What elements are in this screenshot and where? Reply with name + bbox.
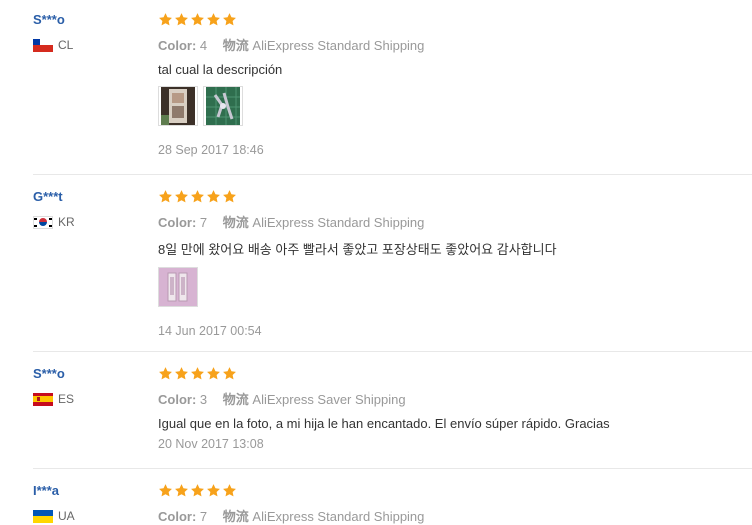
star-icon <box>174 189 189 204</box>
review-item: I***a UA Color: 7 物流 AliExpress Standard… <box>0 483 752 525</box>
star-icon <box>190 366 205 381</box>
color-value: 7 <box>199 215 208 230</box>
reviewer-country: ES <box>33 392 74 406</box>
review-meta: Color: 7 物流 AliExpress Standard Shipping <box>158 506 424 525</box>
country-code: ES <box>58 392 75 406</box>
photo-image <box>161 87 195 125</box>
star-icon <box>158 366 173 381</box>
star-icon <box>206 189 221 204</box>
star-icon <box>158 483 173 498</box>
color-value: 3 <box>199 392 208 407</box>
review-text: tal cual la descripción <box>158 62 283 77</box>
shipping-method: AliExpress Saver Shipping <box>252 392 406 407</box>
star-icon <box>158 12 173 27</box>
reviewer-country: KR <box>33 215 75 229</box>
star-icon <box>174 12 189 27</box>
divider <box>33 351 752 352</box>
logistics-label: 物流 <box>222 215 249 230</box>
reviewer-name[interactable]: I***a <box>33 483 59 498</box>
color-label: Color: <box>158 38 197 53</box>
review-content: Color: 7 物流 AliExpress Standard Shipping <box>158 483 424 525</box>
review-photo-thumbnail[interactable] <box>158 86 198 126</box>
logistics-label: 物流 <box>222 38 249 53</box>
color-label: Color: <box>158 215 197 230</box>
color-value: 4 <box>199 38 208 53</box>
star-icon <box>190 483 205 498</box>
country-code: KR <box>58 215 75 229</box>
shipping-method: AliExpress Standard Shipping <box>252 38 425 53</box>
review-content: Color: 4 物流 AliExpress Standard Shipping… <box>158 12 424 157</box>
star-icon <box>222 189 237 204</box>
star-icon <box>222 483 237 498</box>
reviewer-country: CL <box>33 38 73 52</box>
review-photo-thumbnail[interactable] <box>203 86 243 126</box>
photo-image <box>206 87 240 125</box>
rating-stars <box>158 189 557 204</box>
divider <box>33 468 752 469</box>
review-date: 28 Sep 2017 18:46 <box>158 143 264 157</box>
star-icon <box>158 189 173 204</box>
review-item: S***o CL Color: 4 物流 AliExpress Standard… <box>0 12 752 172</box>
review-photos <box>158 267 557 307</box>
divider <box>33 174 752 175</box>
star-icon <box>190 12 205 27</box>
reviewer-country: UA <box>33 509 75 523</box>
star-icon <box>206 12 221 27</box>
review-meta: Color: 7 物流 AliExpress Standard Shipping <box>158 212 557 231</box>
review-content: Color: 3 物流 AliExpress Saver Shipping Ig… <box>158 366 610 451</box>
review-date: 20 Nov 2017 13:08 <box>158 437 264 451</box>
star-icon <box>222 12 237 27</box>
photo-image <box>159 268 197 306</box>
ukraine-flag-icon <box>33 509 53 523</box>
star-icon <box>174 483 189 498</box>
korea-flag-icon <box>33 215 53 229</box>
rating-stars <box>158 366 610 381</box>
star-icon <box>206 366 221 381</box>
review-photos <box>158 86 424 126</box>
review-content: Color: 7 物流 AliExpress Standard Shipping… <box>158 189 557 338</box>
review-item: G***t KR Color: 7 物流 AliExpress Standard… <box>0 189 752 349</box>
country-code: UA <box>58 509 75 523</box>
country-code: CL <box>58 38 74 52</box>
review-photo-thumbnail[interactable] <box>158 267 198 307</box>
spain-flag-icon <box>33 392 53 406</box>
review-meta: Color: 4 物流 AliExpress Standard Shipping <box>158 35 424 54</box>
review-meta: Color: 3 物流 AliExpress Saver Shipping <box>158 389 610 408</box>
reviewer-name[interactable]: G***t <box>33 189 63 204</box>
star-icon <box>206 483 221 498</box>
rating-stars <box>158 12 424 27</box>
review-text: Igual que en la foto, a mi hija le han e… <box>158 416 610 431</box>
star-icon <box>190 189 205 204</box>
star-icon <box>222 366 237 381</box>
color-label: Color: <box>158 392 197 407</box>
star-icon <box>174 366 189 381</box>
reviewer-name[interactable]: S***o <box>33 12 65 27</box>
review-item: S***o ES Color: 3 物流 AliExpress Saver Sh… <box>0 366 752 466</box>
chile-flag-icon <box>33 38 53 52</box>
rating-stars <box>158 483 424 498</box>
shipping-method: AliExpress Standard Shipping <box>252 215 425 230</box>
review-text: 8일 만에 왔어요 배송 아주 빨라서 좋았고 포장상태도 좋았어요 감사합니다 <box>158 242 557 257</box>
reviewer-name[interactable]: S***o <box>33 366 65 381</box>
logistics-label: 物流 <box>222 392 249 407</box>
review-date: 14 Jun 2017 00:54 <box>158 324 262 338</box>
